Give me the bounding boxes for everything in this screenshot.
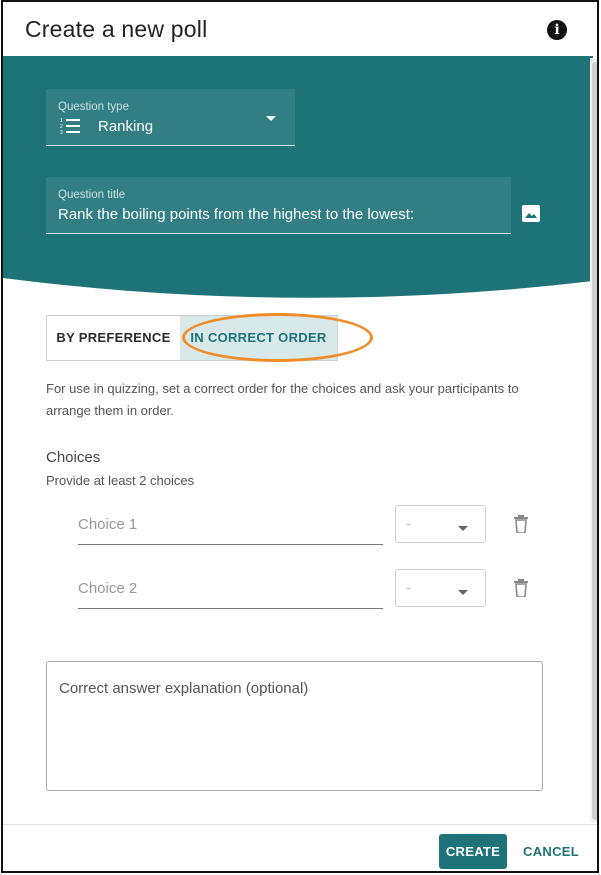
choice-1-order-value: - [406, 515, 411, 531]
trash-icon[interactable] [514, 579, 528, 597]
question-type-label: Question type [58, 101, 129, 113]
ranking-mode-toggle: BY PREFERENCE IN CORRECT ORDER [46, 315, 338, 361]
choice-1-placeholder: Choice 1 [78, 516, 138, 533]
explanation-textarea[interactable]: Correct answer explanation (optional) [46, 661, 543, 791]
choice-1-order-select[interactable]: - [395, 505, 486, 543]
dialog-footer: CREATE CANCEL [3, 824, 597, 871]
trash-icon[interactable] [514, 515, 528, 533]
question-title-label: Question title [58, 189, 126, 201]
by-preference-toggle[interactable]: BY PREFERENCE [47, 316, 180, 360]
question-type-value: Ranking [98, 118, 154, 135]
question-title-field[interactable]: Question title Rank the boiling points f… [46, 177, 511, 234]
choice-2-placeholder: Choice 2 [78, 580, 138, 597]
svg-text:3: 3 [60, 130, 63, 135]
question-title-input[interactable]: Rank the boiling points from the highest… [58, 206, 414, 223]
explanation-placeholder: Correct answer explanation (optional) [59, 680, 309, 697]
create-poll-dialog: Create a new poll i Question type 1 2 3 … [1, 0, 599, 873]
mode-description: For use in quizzing, set a correct order… [46, 381, 519, 418]
question-type-select[interactable]: Question type 1 2 3 Ranking [46, 89, 295, 146]
dropdown-caret-icon [458, 526, 468, 531]
in-correct-order-toggle[interactable]: IN CORRECT ORDER [180, 316, 337, 360]
scrollbar-thumb[interactable] [592, 62, 597, 820]
ranking-list-icon: 1 2 3 [60, 118, 80, 135]
dialog-title: Create a new poll [25, 16, 208, 42]
choice-2-order-value: - [406, 579, 411, 595]
create-button[interactable]: CREATE [439, 834, 507, 869]
cancel-button[interactable]: CANCEL [521, 834, 581, 869]
choice-2-order-select[interactable]: - [395, 569, 486, 607]
image-icon[interactable] [522, 205, 540, 222]
info-icon[interactable]: i [547, 20, 567, 40]
choices-heading: Choices [46, 449, 101, 466]
choice-2-input[interactable]: Choice 2 [78, 572, 383, 609]
dropdown-caret-icon [458, 590, 468, 595]
choice-1-input[interactable]: Choice 1 [78, 508, 383, 545]
dropdown-caret-icon [266, 116, 276, 121]
dialog-header: Create a new poll i [3, 2, 597, 58]
choices-subtext: Provide at least 2 choices [46, 473, 195, 488]
